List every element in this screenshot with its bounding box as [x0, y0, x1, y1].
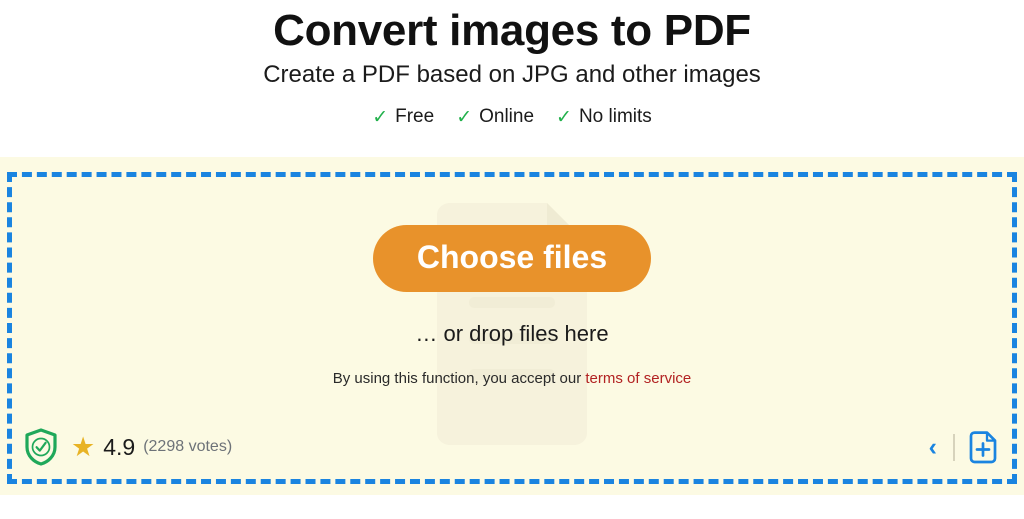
- file-dropzone[interactable]: Choose files … or drop files here By usi…: [7, 172, 1017, 484]
- dropzone-content: Choose files … or drop files here By usi…: [12, 225, 1012, 387]
- page-title: Convert images to PDF: [273, 6, 751, 55]
- feature-badge-online: ✓ Online: [456, 106, 534, 128]
- nav-divider: [953, 433, 955, 461]
- star-icon: ★: [71, 431, 96, 462]
- feature-badge-list: ✓ Free ✓ Online ✓ No limits: [0, 106, 1024, 128]
- feature-badge-free: ✓ Free: [372, 106, 434, 128]
- terms-notice: By using this function, you accept our t…: [12, 370, 1012, 387]
- dropzone-footer: ★ 4.9 (2298 votes) ‹: [12, 425, 1012, 469]
- check-icon: ✓: [372, 106, 389, 128]
- verified-shield-icon: [25, 428, 57, 466]
- rating-group: ★ 4.9 (2298 votes): [24, 428, 232, 466]
- rating-display: ★ 4.9 (2298 votes): [71, 431, 233, 462]
- dropzone-nav-group: ‹: [926, 430, 998, 464]
- dropzone-band: Choose files … or drop files here By usi…: [0, 157, 1024, 495]
- add-file-button[interactable]: [968, 430, 998, 464]
- check-icon: ✓: [456, 106, 473, 128]
- terms-prefix-text: By using this function, you accept our: [332, 370, 586, 388]
- page-root: Convert images to PDF Create a PDF based…: [0, 0, 1024, 519]
- add-file-icon: [969, 430, 997, 463]
- feature-label-online: Online: [479, 106, 535, 128]
- rating-score: 4.9: [103, 433, 136, 460]
- rating-votes-count: (2298 votes): [143, 438, 233, 455]
- feature-badge-no-limits: ✓ No limits: [556, 106, 652, 128]
- choose-files-button[interactable]: Choose files: [372, 225, 652, 293]
- feature-label-no-limits: No limits: [578, 106, 652, 128]
- drop-files-hint: … or drop files here: [415, 321, 609, 347]
- check-icon: ✓: [556, 106, 572, 128]
- page-header: Convert images to PDF Create a PDF based…: [0, 0, 1024, 128]
- terms-of-service-link[interactable]: terms of service: [585, 370, 691, 387]
- chevron-left-icon[interactable]: ‹: [926, 434, 940, 460]
- feature-label-free: Free: [395, 106, 435, 128]
- page-subtitle: Create a PDF based on JPG and other imag…: [263, 61, 761, 89]
